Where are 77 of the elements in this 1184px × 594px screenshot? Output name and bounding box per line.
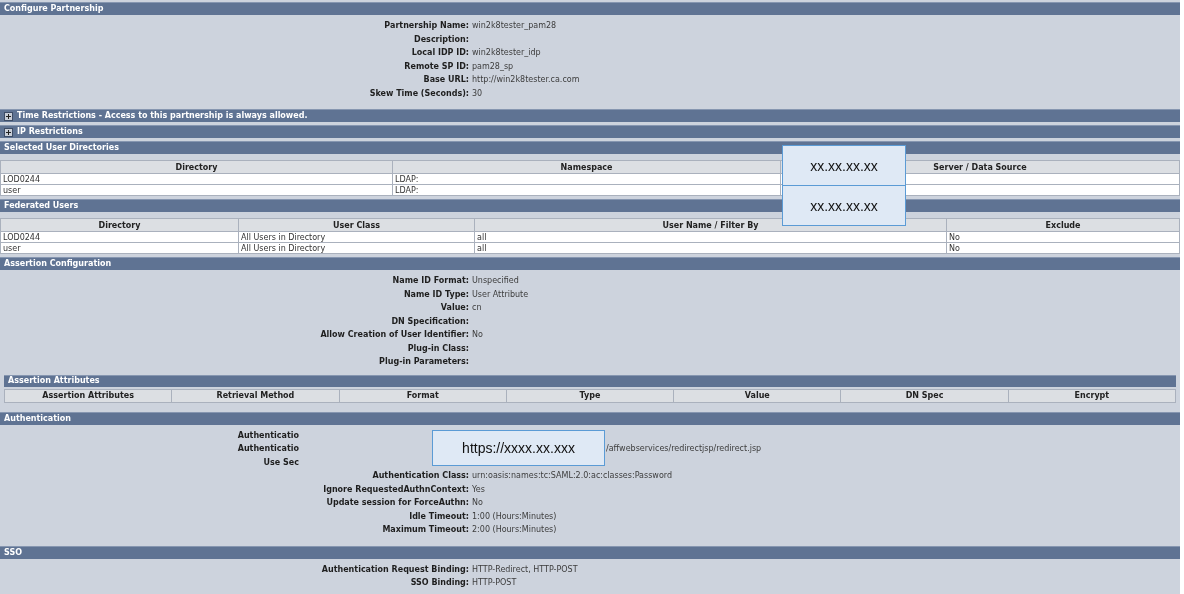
field-label: Value: — [439, 302, 470, 314]
field-label: Authenticatio — [236, 429, 300, 442]
column-header: Value — [673, 389, 841, 402]
column-header: Encrypt — [1008, 389, 1176, 402]
field-label: Maximum Timeout: — [381, 524, 470, 536]
field-label: Base URL: — [422, 74, 470, 86]
field-label: Remote SP ID: — [403, 60, 470, 73]
section-title: Assertion Configuration — [4, 258, 112, 270]
field-label: Authentication Request Binding: — [320, 563, 470, 576]
field-label: Use Sec — [262, 456, 300, 469]
section-title: SSO — [4, 546, 22, 559]
column-header: Directory — [0, 218, 239, 232]
section-bar[interactable]: IP Restrictions — [0, 125, 1180, 138]
field-label: Plug-in Parameters: — [378, 356, 470, 368]
field-label: Ignore RequestedAuthnContext: — [322, 483, 470, 496]
section-title: Authentication — [4, 412, 71, 425]
column-header: Exclude — [946, 218, 1180, 232]
table-cell: No — [946, 231, 1180, 243]
field-label: Idle Timeout: — [408, 510, 470, 523]
column-header: User Class — [238, 218, 475, 232]
column-header: Assertion Attributes — [4, 389, 172, 402]
field-label: Authentication Class: — [371, 470, 470, 482]
field-value: /affwebservices/redirectjsp/redirect.jsp — [606, 443, 762, 455]
column-header: Type — [506, 389, 674, 402]
field-value: pam28_sp — [472, 60, 514, 73]
redaction-box: https://xxxx.xx.xxx — [432, 429, 605, 466]
field-label: Name ID Format: — [391, 275, 470, 287]
field-value: win2k8tester_idp — [472, 47, 541, 59]
field-value: No — [472, 497, 483, 509]
field-label: Name ID Type: — [402, 288, 470, 301]
table-cell: user — [0, 184, 393, 196]
field-value: HTTP-Redirect, HTTP-POST — [472, 563, 578, 576]
redaction-box: xx.xx.xx.xx — [782, 185, 906, 226]
field-value: http://win2k8tester.ca.com — [472, 74, 580, 86]
column-header: DN Spec — [840, 389, 1009, 402]
table-cell: All Users in Directory — [238, 231, 475, 243]
subsection-title: Assertion Attributes — [8, 375, 100, 387]
column-header: Retrieval Method — [171, 389, 340, 402]
section-title: Selected User Directories — [4, 142, 119, 154]
field-value: Unspecified — [472, 275, 519, 287]
field-value: Yes — [472, 483, 485, 496]
field-value: cn — [472, 302, 482, 314]
field-value: urn:oasis:names:tc:SAML:2.0:ac:classes:Password — [472, 470, 672, 482]
redaction-box: xx.xx.xx.xx — [782, 145, 906, 186]
field-label: SSO Binding: — [409, 577, 470, 589]
field-value: 30 — [472, 87, 483, 100]
table-cell: All Users in Directory — [238, 242, 475, 254]
column-header: Directory — [0, 160, 393, 174]
field-label: Description: — [413, 33, 470, 46]
field-label: Partnership Name: — [383, 20, 470, 32]
table-cell: all — [474, 242, 947, 254]
column-header: Namespace — [392, 160, 781, 174]
field-value: 2:00 (Hours:Minutes) — [472, 524, 557, 536]
field-value: User Attribute — [472, 288, 529, 301]
field-value: win2k8tester_pam28 — [472, 20, 557, 32]
field-label: Update session for ForceAuthn: — [325, 497, 470, 509]
field-label: Plug-in Class: — [406, 342, 470, 355]
section-title: Configure Partnership — [4, 3, 104, 15]
table-cell: LDAP: — [392, 184, 781, 196]
table-cell: all — [474, 231, 947, 243]
field-value: 1:00 (Hours:Minutes) — [472, 510, 557, 523]
table-cell: LDAP: — [392, 173, 781, 185]
field-label: Allow Creation of User Identifier: — [319, 329, 470, 341]
column-header: Format — [339, 389, 507, 402]
table-cell: LOD0244 — [0, 231, 239, 243]
section-title: Federated Users — [4, 200, 79, 212]
field-label: Skew Time (Seconds): — [368, 87, 470, 100]
table-cell: No — [946, 242, 1180, 254]
expand-icon[interactable] — [4, 111, 13, 121]
expand-icon[interactable] — [4, 127, 13, 137]
field-label: Local IDP ID: — [410, 47, 470, 59]
field-value: No — [472, 329, 483, 341]
field-label: DN Specification: — [390, 315, 470, 328]
table-cell: user — [0, 242, 239, 254]
field-value: HTTP-POST — [472, 577, 517, 589]
section-bar[interactable]: Time Restrictions - Access to this partnership is always allowed. — [0, 109, 1180, 122]
table-cell: LOD0244 — [0, 173, 393, 185]
